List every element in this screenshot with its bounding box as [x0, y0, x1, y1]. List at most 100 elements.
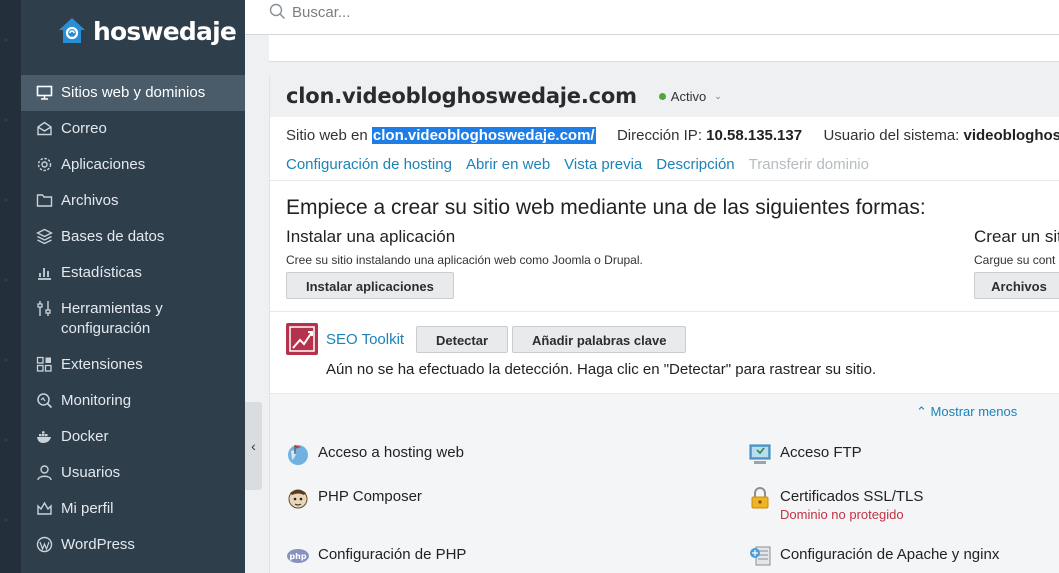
previous-card-footer	[269, 35, 1059, 62]
sidebar-item-label: Bases de datos	[61, 228, 165, 245]
domain-title[interactable]: clon.videobloghoswedaje.com	[286, 84, 637, 108]
divider	[270, 180, 1059, 181]
left-edge-strip	[0, 0, 21, 573]
sidebar-item-extensions[interactable]: Extensiones	[21, 347, 245, 383]
tool-web-hosting-access[interactable]: Acceso a hosting web	[286, 442, 464, 466]
tool-ssl-certificates[interactable]: Certificados SSL/TLS Dominio no protegid…	[748, 486, 923, 522]
start-title: Empiece a crear su sitio web mediante un…	[286, 196, 926, 219]
tool-label: Acceso FTP	[780, 444, 862, 461]
ftp-icon	[748, 442, 772, 466]
tool-label: PHP Composer	[318, 488, 422, 505]
folder-icon	[36, 192, 53, 209]
install-app-section: Instalar una aplicación Cree su sitio in…	[286, 227, 643, 299]
ip-value: 10.58.135.137	[706, 127, 803, 144]
php-icon: php	[286, 544, 310, 568]
create-site-title: Crear un sit	[974, 227, 1059, 246]
sidebar-item-databases[interactable]: Bases de datos	[21, 219, 245, 255]
docker-icon	[36, 428, 53, 445]
search-input[interactable]	[292, 0, 792, 24]
tool-php-settings[interactable]: php Configuración de PHP	[286, 544, 466, 568]
domain-links: Configuración de hosting Abrir en web Vist…	[286, 156, 883, 173]
show-less-label: Mostrar menos	[930, 404, 1018, 419]
create-site-section: Crear un sit Cargue su cont Archivos	[974, 227, 1059, 299]
ip-label: Dirección IP:	[616, 127, 702, 144]
sidebar: hoswedaje Sitios web y dominios Correo A…	[21, 0, 245, 573]
seo-toolkit-row: SEO Toolkit Detectar Añadir palabras cla…	[286, 323, 690, 355]
composer-icon	[286, 486, 310, 510]
install-app-title: Instalar una aplicación	[286, 227, 456, 246]
divider	[270, 311, 1059, 312]
sidebar-item-wordpress[interactable]: WordPress	[21, 527, 245, 563]
system-user-value: videobloghoswedaje	[963, 127, 1059, 144]
seo-message: Aún no se ha efectuado la detección. Hag…	[326, 361, 877, 378]
sidebar-item-label: Estadísticas	[61, 264, 142, 281]
tool-label: Certificados SSL/TLS	[780, 488, 924, 505]
add-keywords-button[interactable]: Añadir palabras clave	[512, 325, 687, 353]
status-dropdown[interactable]: Activo ⌄	[658, 88, 722, 104]
sidebar-item-tools[interactable]: Herramientas y configuración	[21, 291, 245, 347]
system-user-label: Usuario del sistema:	[823, 127, 960, 144]
seo-toolkit-link[interactable]: SEO Toolkit	[326, 331, 416, 348]
seo-toolkit-icon	[286, 323, 318, 355]
lock-icon	[748, 486, 772, 510]
ssl-status-warning[interactable]: Dominio no protegido	[780, 507, 923, 522]
status-dot-icon	[658, 92, 666, 100]
sidebar-item-label: Extensiones	[61, 356, 143, 373]
brand-logo[interactable]: hoswedaje	[57, 14, 237, 48]
brand-name: hoswedaje	[93, 16, 237, 46]
hosting-settings-link[interactable]: Configuración de hosting	[286, 156, 452, 173]
svg-text:php: php	[289, 552, 306, 561]
show-less-link[interactable]: ⌃ Mostrar menos	[916, 404, 1017, 420]
tool-label: Configuración de Apache y nginx	[780, 546, 1000, 563]
domain-card: clon.videobloghoswedaje.com Activo ⌄ Sit…	[269, 75, 1059, 573]
wordpress-icon	[36, 536, 53, 553]
tool-ftp-access[interactable]: Acceso FTP	[748, 442, 862, 466]
tools-icon	[36, 300, 53, 317]
status-label: Activo	[670, 88, 707, 104]
chevron-left-icon: ‹	[251, 438, 256, 454]
sidebar-item-statistics[interactable]: Estadísticas	[21, 255, 245, 291]
open-in-web-link[interactable]: Abrir en web	[466, 156, 550, 173]
monitor-icon	[36, 84, 53, 101]
files-button[interactable]: Archivos	[974, 272, 1059, 299]
profile-icon	[36, 500, 53, 517]
sidebar-item-label: Mi perfil	[61, 500, 114, 517]
sidebar-item-monitoring[interactable]: Monitoring	[21, 383, 245, 419]
description-link[interactable]: Descripción	[656, 156, 734, 173]
sidebar-item-users[interactable]: Usuarios	[21, 455, 245, 491]
chevron-up-icon: ⌃	[916, 404, 927, 419]
extensions-icon	[36, 356, 53, 373]
transfer-domain-link: Transferir dominio	[748, 156, 869, 173]
preview-link[interactable]: Vista previa	[564, 156, 642, 173]
server-icon	[748, 544, 772, 568]
tools-panel: ⌃ Mostrar menos Acceso a hosting web Acc…	[270, 393, 1059, 573]
tool-label: Configuración de PHP	[318, 546, 467, 563]
site-label: Sitio web en	[286, 127, 368, 144]
tool-apache-nginx[interactable]: Configuración de Apache y nginx	[748, 544, 999, 568]
sidebar-item-files[interactable]: Archivos	[21, 183, 245, 219]
bar-chart-icon	[36, 264, 53, 281]
sidebar-item-profile[interactable]: Mi perfil	[21, 491, 245, 527]
sidebar-item-label: Aplicaciones	[61, 156, 146, 173]
sidebar-item-docker[interactable]: Docker	[21, 419, 245, 455]
gear-icon	[36, 156, 53, 173]
tool-php-composer[interactable]: PHP Composer	[286, 486, 422, 510]
mail-icon	[36, 120, 53, 137]
sidebar-item-websites[interactable]: Sitios web y dominios	[21, 75, 245, 111]
chevron-down-icon: ⌄	[714, 90, 722, 101]
sidebar-nav: Sitios web y dominios Correo Aplicacione…	[21, 75, 245, 563]
domain-info-row: Sitio web en clon.videobloghoswedaje.com…	[286, 127, 1059, 144]
tool-label: Acceso a hosting web	[318, 444, 464, 461]
sidebar-item-mail[interactable]: Correo	[21, 111, 245, 147]
site-link[interactable]: clon.videobloghoswedaje.com/	[371, 127, 596, 144]
user-icon	[36, 464, 53, 481]
sidebar-item-applications[interactable]: Aplicaciones	[21, 147, 245, 183]
house-icon	[57, 16, 87, 46]
sidebar-item-label: WordPress	[61, 536, 135, 553]
search-icon	[269, 3, 286, 20]
sidebar-collapse-handle[interactable]: ‹	[245, 402, 262, 490]
detect-button[interactable]: Detectar	[416, 325, 509, 353]
sidebar-item-label: Herramientas y configuración	[61, 300, 163, 337]
domain-card-header: clon.videobloghoswedaje.com Activo ⌄	[270, 75, 1059, 117]
install-apps-button[interactable]: Instalar aplicaciones	[286, 272, 454, 299]
